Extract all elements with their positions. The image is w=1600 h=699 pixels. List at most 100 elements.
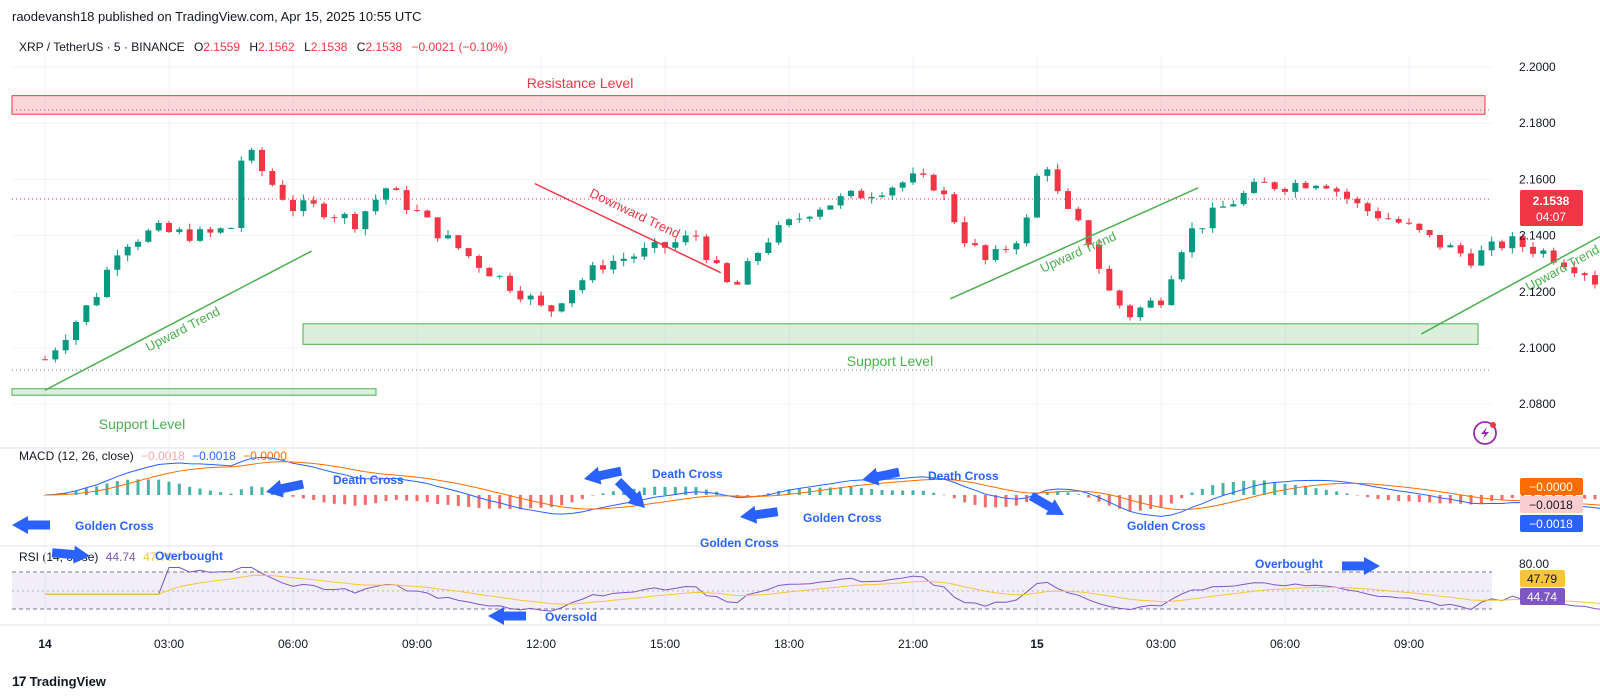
downward-trendline[interactable] — [534, 182, 722, 274]
macd-histogram-bar — [849, 486, 853, 495]
downward-trend-label: Downward Trend — [587, 185, 682, 241]
macd-histogram-bar — [684, 486, 688, 495]
resistance-zone[interactable] — [11, 95, 1486, 115]
trendlines[interactable]: Upward TrendDownward TrendUpward Trend Up… — [44, 170, 1600, 391]
price-tick: 2.0800 — [1519, 397, 1556, 411]
candle-body — [600, 265, 606, 270]
candle-body — [145, 230, 152, 242]
macd-histogram-bar — [229, 493, 233, 495]
macd-histogram-bar — [591, 495, 595, 496]
candle-body — [1323, 185, 1330, 189]
macd-histogram-bar — [518, 495, 522, 510]
macd-tag-signal: −0.0000 — [1529, 480, 1573, 494]
macd-histogram-bar — [1159, 495, 1163, 508]
candle-body — [434, 217, 441, 239]
macd-histogram-bar — [952, 495, 956, 499]
macd-histogram-bar — [694, 487, 698, 495]
candle-body — [734, 282, 741, 285]
candle-body — [972, 243, 978, 246]
candle-body — [951, 194, 958, 223]
candle-body — [455, 235, 462, 249]
macd-histogram-bar — [115, 481, 119, 495]
candle-body — [910, 173, 916, 183]
macd-histogram-bar — [1149, 495, 1153, 509]
candle-body — [1220, 206, 1226, 208]
macd-histogram-bar — [642, 487, 646, 495]
candle-body — [1426, 230, 1433, 236]
macd-histogram-bar — [467, 495, 471, 507]
candle-body — [868, 196, 875, 199]
price-axis[interactable]: 2.2000 2.1800 2.1600 2.1400 2.1200 2.1000 2.08… — [1519, 60, 1556, 411]
last-price-text: 2.1538 — [1533, 194, 1570, 208]
macd-histogram-bar — [1583, 495, 1587, 499]
candle-body — [786, 219, 792, 226]
macd-histogram-bar — [291, 495, 295, 497]
candle-body — [176, 229, 183, 233]
candle-body — [104, 269, 110, 298]
candle-body — [310, 200, 317, 204]
macd-histogram-bar — [374, 495, 378, 504]
candle-body — [1581, 273, 1588, 276]
price-tick: 2.1800 — [1519, 116, 1556, 130]
candle-body — [42, 359, 48, 361]
candle-body — [1199, 228, 1206, 230]
macd-histogram-bar — [415, 495, 419, 502]
alert-icon[interactable] — [1473, 421, 1497, 445]
macd-histogram-bar — [1397, 495, 1401, 502]
candle-body — [558, 303, 565, 312]
macd-histogram-bar — [332, 495, 336, 504]
candle-body — [1313, 185, 1319, 189]
candle-body — [486, 267, 493, 277]
macd-histogram-bar — [601, 493, 605, 495]
macd-histogram-bar — [901, 490, 905, 495]
candle-body — [352, 213, 358, 230]
candle-body — [186, 229, 193, 241]
candle-body — [744, 261, 751, 285]
macd-axis-tags: −0.0000 −0.0018 −0.0018 — [1520, 478, 1583, 532]
candle-body — [930, 174, 937, 191]
candle-body — [765, 242, 772, 254]
candle-body — [755, 253, 761, 262]
blue-arrow-icon — [51, 545, 90, 564]
macd-histogram-bar — [301, 495, 305, 499]
support-label-main: Support Level — [847, 353, 933, 369]
macd-histogram-bar — [1076, 494, 1080, 495]
blue-arrow-icon — [12, 516, 50, 534]
candle-body — [1168, 279, 1175, 306]
candle-body — [1178, 252, 1185, 280]
candle-body — [1137, 307, 1144, 318]
candle-body — [507, 275, 513, 291]
candle-body — [114, 255, 121, 270]
candle-body — [527, 295, 534, 300]
support-zone-low[interactable] — [11, 388, 377, 396]
support-zone-main[interactable] — [302, 323, 1479, 345]
macd-histogram-bar — [1190, 492, 1194, 495]
time-axis[interactable]: 14 03:00 06:00 09:00 12:00 15:00 18:00 21:00 15 0… — [38, 637, 1424, 651]
macd-histogram-bar — [394, 495, 398, 500]
macd-histogram-bar — [1004, 495, 1008, 507]
candle-body — [817, 209, 823, 217]
candle-body — [1251, 181, 1257, 193]
candle-body — [837, 196, 844, 206]
candle-body — [155, 222, 162, 231]
macd-histogram-bar — [1221, 482, 1225, 495]
macd-histogram-bar — [1014, 495, 1018, 506]
candle-body — [238, 160, 245, 228]
footer-brand[interactable]: 17 TradingView — [12, 673, 106, 689]
candle-body — [1375, 211, 1381, 219]
macd-histogram-bar — [1407, 495, 1411, 502]
candle-body — [589, 265, 596, 281]
rsi-tag-ma: 47.79 — [1527, 572, 1557, 586]
price-tick: 2.1400 — [1519, 229, 1556, 243]
footer-brand-text: TradingView — [29, 673, 106, 689]
price-tick: 2.2000 — [1519, 60, 1556, 74]
candle-body — [403, 190, 410, 211]
macd-histogram-bar — [539, 495, 543, 508]
macd-histogram-bar — [673, 486, 677, 495]
macd-histogram-bar — [498, 495, 502, 509]
candle-body — [620, 258, 627, 261]
candle-body — [992, 249, 999, 261]
macd-histogram-bar — [1180, 495, 1184, 499]
chart-canvas[interactable]: Resistance Level Support Level Support L… — [0, 0, 1600, 699]
macd-histogram-bar — [157, 479, 161, 495]
